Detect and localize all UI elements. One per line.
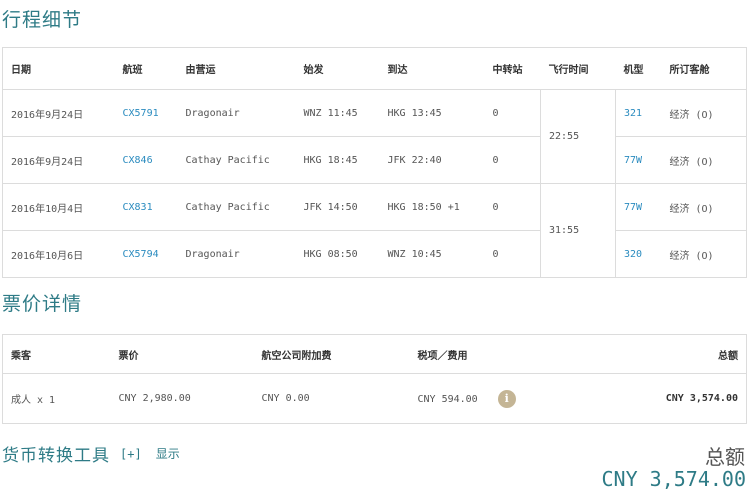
col-fare: 票价 (110, 334, 254, 374)
flight-duration: 22:55 (540, 89, 616, 184)
flight-stops: 0 (492, 248, 499, 260)
flight-duration: 31:55 (540, 183, 616, 278)
surcharge-amount: CNY 0.00 (261, 393, 310, 404)
aircraft-link[interactable]: 77W (624, 202, 642, 213)
col-total: 总额 (591, 334, 747, 374)
flight-origin: HKG 08:50 (303, 248, 358, 260)
flight-date: 2016年10月4日 (2, 183, 115, 231)
col-origin: 始发 (295, 47, 380, 90)
cabin-class: 经济 (O) (669, 250, 714, 262)
col-flight: 航班 (114, 47, 178, 90)
flight-destination: JFK 22:40 (379, 136, 485, 184)
col-stops: 中转站 (484, 47, 541, 90)
flight-origin: JFK 14:50 (295, 183, 380, 231)
fare-table: 乘客 票价 航空公司附加费 税项／费用 总额 成人 x 1 CNY 2,980.… (2, 334, 747, 424)
aircraft-link[interactable]: 77W (624, 155, 642, 166)
itinerary-header-row: 日期 航班 由营运 始发 到达 中转站 飞行时间 机型 所订客舱 (2, 47, 747, 90)
flight-number-link[interactable]: CX846 (123, 155, 153, 166)
passenger-type: 成人 x 1 (11, 395, 56, 406)
flight-stops: 0 (484, 183, 541, 231)
flight-operator: Dragonair (177, 89, 296, 137)
aircraft-link[interactable]: 321 (624, 108, 642, 119)
table-row: 2016年9月24日 CX5791 Dragonair WNZ 11:45 HK… (2, 89, 747, 184)
fare-amount: CNY 2,980.00 (118, 393, 191, 404)
col-date: 日期 (2, 47, 115, 90)
col-aircraft: 机型 (615, 47, 662, 90)
flight-date: 2016年9月24日 (2, 89, 115, 137)
flight-destination: HKG 13:45 (379, 89, 485, 137)
taxes-amount: CNY 594.00 (417, 393, 478, 405)
fare-header-row: 乘客 票价 航空公司附加费 税项／费用 总额 (2, 334, 747, 374)
table-row: 2016年10月6日 CX5794 Dragonair HKG 08:50 WN… (3, 231, 747, 278)
row-total-amount: CNY 3,574.00 (665, 393, 738, 404)
cabin-class: 经济 (O) (661, 183, 747, 231)
flight-stops: 0 (484, 89, 541, 137)
flight-origin: HKG 18:45 (295, 136, 380, 184)
fare-details-title: 票价详情 (2, 293, 83, 315)
table-row: 2016年9月24日 CX846 Cathay Pacific HKG 18:4… (2, 136, 747, 184)
flight-date: 2016年9月24日 (2, 136, 115, 184)
col-passenger: 乘客 (2, 334, 111, 374)
flight-date: 2016年10月6日 (11, 250, 84, 262)
table-row: 2016年10月4日 CX831 Cathay Pacific JFK 14:5… (2, 183, 747, 278)
col-cabin: 所订客舱 (661, 47, 747, 90)
currency-show-link[interactable]: 显示 (156, 445, 180, 462)
col-taxes: 税项／费用 (409, 334, 592, 374)
flight-stops: 0 (484, 136, 541, 184)
col-duration: 飞行时间 (540, 47, 616, 90)
itinerary-title: 行程细节 (2, 9, 83, 31)
grand-total-amount: CNY 3,574.00 (601, 467, 747, 491)
currency-expand-toggle[interactable]: [+] (120, 447, 142, 461)
info-icon[interactable]: i (497, 389, 516, 408)
flight-number-link[interactable]: CX5791 (123, 108, 159, 119)
col-surcharge: 航空公司附加费 (253, 334, 410, 374)
flight-destination: WNZ 10:45 (387, 248, 442, 260)
flight-destination: HKG 18:50 +1 (379, 183, 485, 231)
flight-operator: Cathay Pacific (177, 136, 296, 184)
cabin-class: 经济 (O) (661, 89, 747, 137)
flight-origin: WNZ 11:45 (295, 89, 380, 137)
currency-converter: 货币转换工具 [+] 显示 (2, 441, 180, 466)
cabin-class: 经济 (O) (661, 136, 747, 184)
aircraft-link[interactable]: 320 (624, 249, 642, 260)
col-destination: 到达 (379, 47, 485, 90)
taxes-cell: CNY 594.00 i (410, 374, 592, 424)
flight-number-link[interactable]: CX5794 (123, 249, 159, 260)
col-operator: 由营运 (177, 47, 296, 90)
flight-number-link[interactable]: CX831 (123, 202, 153, 213)
table-row: 成人 x 1 CNY 2,980.00 CNY 0.00 CNY 594.00 … (3, 374, 747, 424)
flight-operator: Dragonair (185, 248, 240, 260)
flight-operator: Cathay Pacific (177, 183, 296, 231)
currency-converter-title: 货币转换工具 (2, 446, 110, 466)
itinerary-table: 日期 航班 由营运 始发 到达 中转站 飞行时间 机型 所订客舱 2016年9月… (2, 47, 747, 278)
grand-total-label: 总额 (705, 445, 745, 469)
